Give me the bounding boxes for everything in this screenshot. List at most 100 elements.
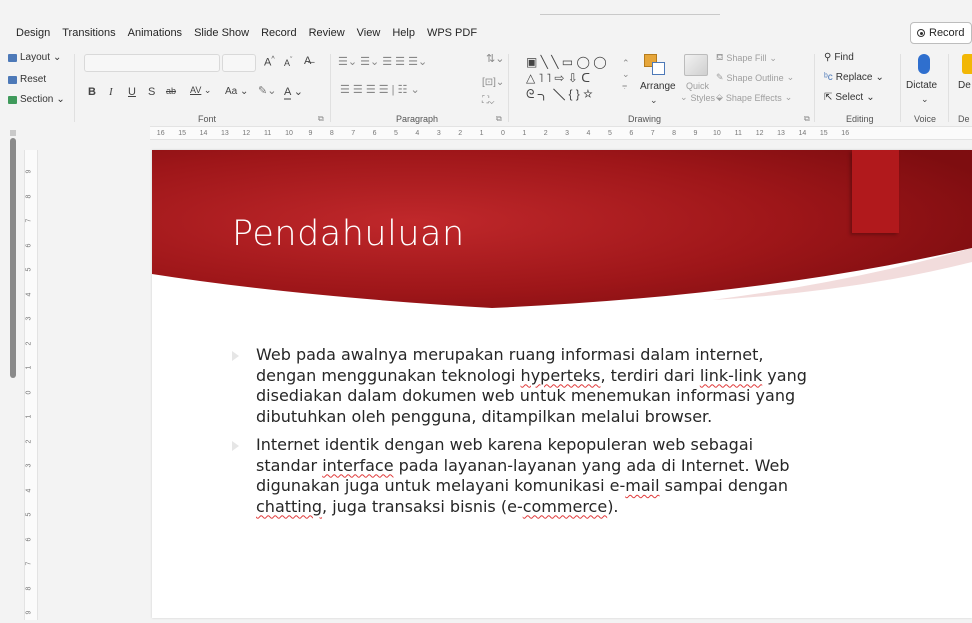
text-direction-icon[interactable]: ⇅⌄ (486, 52, 504, 65)
section-button[interactable]: Section ⌄ (8, 94, 65, 105)
quick-styles-label-2: Styles (690, 92, 716, 103)
shapes-gallery[interactable]: ▣ ╲ ╲ ▭ ◯ ◯ △ ˥ ˥ ⇨ ⇩ ᑕ ᘓ ╮ ╲ { } ☆ (526, 54, 632, 108)
tab-record[interactable]: Record (261, 27, 296, 39)
content-placeholder[interactable]: Web pada awalnya merupakan ruang informa… (232, 345, 822, 525)
ruler-tick-label: 9 (693, 130, 698, 137)
clear-formatting-icon[interactable]: A̶ (304, 55, 311, 67)
bullet-line: standar interface pada layanan-layanan y… (256, 456, 822, 477)
group-divider (814, 54, 815, 122)
ruler-tick-label: 15 (819, 130, 828, 137)
ruler-tick-label: 11 (264, 130, 272, 137)
ruler-tick-label: 13 (220, 130, 229, 137)
bullet-line: Internet identik dengan web karena kepop… (256, 435, 754, 454)
tab-animations[interactable]: Animations (128, 27, 182, 39)
shapes-row-3: ᘓ ╮ ╲ { } ☆ (526, 87, 593, 101)
font-color-label: A (284, 86, 291, 100)
shape-fill-button[interactable]: ⛾ Shape Fill ⌄ (716, 52, 777, 64)
ruler-tick-label: 8 (672, 130, 677, 137)
tab-slide-show[interactable]: Slide Show (194, 27, 249, 39)
font-color-button[interactable]: A ⌄ (284, 85, 303, 100)
align-text-vertical-icon[interactable]: [⊡]⌄ (482, 77, 504, 88)
shape-fill-label: Shape Fill (726, 53, 767, 63)
align-text-icons[interactable]: ☰ ☰ ☰ ☰ | ☷ ⌄ (340, 83, 420, 96)
bullet-line: digunakan juga untuk melayani komunikasi… (256, 476, 822, 497)
dictate-button[interactable]: Dictate (906, 80, 937, 91)
highlight-pen-icon[interactable]: ✎⌄ (258, 84, 276, 97)
ruler-tick-label: 8 (25, 586, 33, 590)
layout-button[interactable]: Layout ⌄ (8, 52, 61, 63)
text-run: , juga transaksi bisnis (e- (322, 496, 523, 516)
tab-wps-pdf[interactable]: WPS PDF (427, 27, 477, 39)
section-label: Section (20, 94, 54, 105)
ruler-tick-label: 1 (479, 130, 484, 137)
vertical-scrollbar[interactable] (10, 138, 16, 378)
quick-styles-button[interactable]: Quick (686, 81, 709, 91)
misspelled-word: hyperteks (520, 365, 601, 385)
text-run: standar (256, 455, 323, 475)
record-button[interactable]: Record (910, 22, 972, 44)
designer-button[interactable]: De (958, 80, 971, 91)
smartart-icon[interactable]: ⛶⌄ (482, 95, 494, 106)
paragraph-dialog-launcher-icon[interactable]: ⧉ (496, 114, 502, 124)
slide-title[interactable]: Pendahuluan (232, 214, 465, 254)
font-size-box[interactable] (222, 54, 256, 72)
ruler-tick-label: 1 (522, 130, 527, 137)
ribbon: Layout ⌄ Reset Section ⌄ A^ Aˇ A̶ B I U S … (0, 50, 972, 126)
character-spacing-button[interactable]: AV ⌄ (190, 85, 211, 96)
scroll-up-icon[interactable] (10, 130, 16, 136)
group-divider (74, 54, 75, 122)
chevron-down-icon: ⌄ (866, 92, 875, 103)
font-dialog-launcher-icon[interactable]: ⧉ (318, 114, 324, 124)
select-button[interactable]: ⇱ Select ⌄ (824, 92, 875, 103)
tab-transitions[interactable]: Transitions (62, 27, 115, 39)
strikethrough-icon[interactable]: ab (166, 86, 176, 96)
select-label: Select (835, 92, 864, 103)
replace-button[interactable]: ᵇc Replace ⌄ (824, 72, 884, 83)
arrange-button[interactable]: Arrange (640, 81, 676, 92)
ruler-tick-label: 1 (25, 414, 33, 419)
slide-canvas[interactable]: Pendahuluan Web pada awalnya merupakan r… (152, 150, 972, 618)
text-run: dengan menggunakan teknologi (256, 365, 521, 385)
shape-outline-button[interactable]: ✎ Shape Outline ⌄ (716, 72, 794, 83)
ruler-tick-label: 4 (586, 130, 591, 137)
group-divider (948, 54, 949, 122)
drawing-dialog-launcher-icon[interactable]: ⧉ (804, 114, 810, 124)
misspelled-word: commerce (522, 496, 608, 516)
voice-group-label: Voice (914, 114, 937, 124)
shape-effects-icon: ⬙ (716, 92, 723, 102)
bullets-list-icon[interactable]: ☰⌄ ☰⌄ ☰ ☰ ☰⌄ (338, 55, 427, 68)
ruler-tick-label: 3 (25, 463, 33, 468)
ruler-tick-label: 6 (372, 130, 377, 137)
find-button[interactable]: ⚲ Find (824, 52, 854, 63)
misspelled-word: chatting (256, 496, 323, 516)
decrease-font-size-button[interactable]: Aˇ (284, 57, 292, 68)
bullet-item: Internet identik dengan web karena kepop… (232, 435, 822, 517)
group-divider (508, 54, 509, 122)
text-run: sampai dengan (659, 476, 789, 495)
increase-font-size-button[interactable]: A^ (264, 56, 275, 69)
italic-button[interactable]: I (109, 86, 113, 98)
font-name-box[interactable] (84, 54, 220, 72)
replace-label: Replace (835, 72, 873, 83)
bold-button[interactable]: B (88, 86, 96, 98)
bullet-arrow-icon (232, 441, 239, 451)
shape-effects-button[interactable]: ⬙ Shape Effects ⌄ (716, 92, 792, 103)
shadow-button[interactable]: S (148, 86, 155, 98)
reset-button[interactable]: Reset (8, 74, 46, 85)
tab-review[interactable]: Review (309, 27, 345, 39)
ruler-tick-label: 2 (25, 341, 33, 345)
underline-button[interactable]: U (128, 86, 136, 98)
chevron-down-icon: ⌄ (680, 92, 688, 102)
shapes-gallery-more-icon[interactable]: ⌃ ⌄ ⩦ (622, 58, 630, 91)
tab-design[interactable]: Design (16, 27, 50, 39)
tab-view[interactable]: View (357, 27, 381, 39)
search-icon: ⚲ (824, 52, 832, 63)
tab-help[interactable]: Help (392, 27, 415, 39)
quick-styles-label: ⌄ Styles (680, 92, 715, 103)
change-case-button[interactable]: Aa ⌄ (225, 86, 248, 97)
ruler-tick-label: 9 (308, 130, 313, 137)
ruler-tick-label: 5 (607, 130, 612, 137)
reset-icon (8, 75, 17, 84)
pencil-icon: ✎ (716, 72, 724, 82)
ruler-tick-label: 13 (777, 130, 785, 137)
